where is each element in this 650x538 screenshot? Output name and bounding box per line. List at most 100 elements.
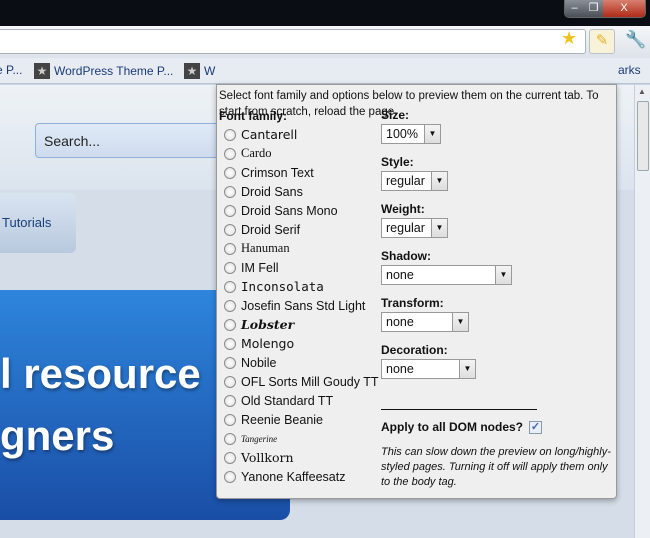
font-option-label: Molengo — [241, 336, 295, 351]
radio-button[interactable] — [224, 413, 236, 426]
title-bar: – ❐ X — [0, 0, 650, 26]
radio-button[interactable] — [224, 261, 236, 274]
font-option[interactable]: Hanuman — [219, 239, 379, 258]
radio-button[interactable] — [224, 204, 236, 217]
wrench-menu-icon[interactable]: 🔧 — [625, 30, 646, 50]
font-option[interactable]: Lobster — [219, 315, 379, 334]
font-option-label: Lobster — [241, 317, 295, 332]
apply-all-label: Apply to all DOM nodes? — [381, 420, 524, 434]
size-select[interactable]: 100% ▼ — [381, 124, 441, 144]
divider — [381, 409, 537, 410]
font-option[interactable]: Molengo — [219, 334, 379, 353]
radio-button[interactable] — [224, 394, 236, 407]
font-option[interactable]: Yanone Kaffeesatz — [219, 467, 379, 486]
font-option[interactable]: OFL Sorts Mill Goudy TT — [219, 372, 379, 391]
font-option[interactable]: Vollkorn — [219, 448, 379, 467]
font-option-label: Old Standard TT — [241, 393, 334, 408]
font-option[interactable]: Reenie Beanie — [219, 410, 379, 429]
font-option-label: Hanuman — [241, 241, 290, 255]
style-value: regular — [386, 174, 425, 188]
font-option[interactable]: Droid Sans — [219, 182, 379, 201]
radio-button[interactable] — [224, 299, 236, 312]
chevron-down-icon: ▼ — [424, 125, 440, 143]
maximize-button[interactable]: ❐ — [584, 0, 603, 17]
address-bar[interactable] — [0, 29, 586, 54]
weight-value: regular — [386, 221, 425, 235]
font-option-label: OFL Sorts Mill Goudy TT — [241, 374, 379, 389]
radio-button[interactable] — [224, 451, 236, 464]
radio-button[interactable] — [224, 147, 236, 160]
decoration-value: none — [386, 362, 414, 376]
font-option-label: Cardo — [241, 146, 272, 160]
font-option[interactable]: Josefin Sans Std Light — [219, 296, 379, 315]
bookmark-item[interactable]: ★ WordPress Theme P... — [34, 63, 173, 79]
chevron-down-icon: ▼ — [495, 266, 511, 284]
font-option[interactable]: Nobile — [219, 353, 379, 372]
radio-button[interactable] — [224, 375, 236, 388]
font-option-label: Reenie Beanie — [241, 412, 324, 427]
radio-button[interactable] — [224, 432, 236, 445]
weight-label: Weight: — [381, 202, 425, 216]
close-button[interactable]: X — [603, 0, 645, 17]
bookmark-item[interactable]: e P... — [0, 63, 22, 77]
nav-tab-tutorials[interactable]: Tutorials — [0, 193, 76, 253]
bookmark-item[interactable]: ★ W — [184, 63, 215, 79]
search-input[interactable]: Search... — [35, 123, 235, 158]
bookmark-label: W — [204, 64, 216, 78]
radio-button[interactable] — [224, 185, 236, 198]
font-extension-icon: ✎ — [595, 32, 609, 49]
transform-label: Transform: — [381, 296, 444, 310]
font-option-label: Yanone Kaffeesatz — [241, 469, 346, 484]
font-option-label: Inconsolata — [241, 279, 324, 294]
font-option-label: Tangerine — [241, 433, 278, 444]
apply-all-checkbox[interactable]: ✓ — [529, 420, 543, 434]
font-option[interactable]: Cantarell — [219, 125, 379, 144]
bookmarks-bar: e P... ★WordPress Theme P... ★W arks — [0, 58, 650, 84]
chevron-down-icon: ▼ — [452, 313, 468, 331]
weight-select[interactable]: regular ▼ — [381, 218, 448, 238]
radio-button[interactable] — [224, 470, 236, 483]
radio-button[interactable] — [224, 242, 236, 255]
apply-all-row: Apply to all DOM nodes? ✓ — [381, 420, 543, 434]
font-option-label: Droid Serif — [241, 222, 301, 237]
font-option-label: IM Fell — [241, 260, 279, 275]
apply-note: This can slow down the preview on long/h… — [381, 446, 611, 488]
browser-toolbar: ★ ✎ 🔧 — [0, 26, 650, 58]
radio-button[interactable] — [224, 223, 236, 236]
vertical-scrollbar[interactable]: ▲ — [634, 85, 650, 538]
font-option-label: Droid Sans Mono — [241, 203, 338, 218]
font-option[interactable]: Droid Serif — [219, 220, 379, 239]
hero-heading: l resource — [0, 350, 201, 397]
font-option[interactable]: Inconsolata — [219, 277, 379, 296]
size-value: 100% — [386, 127, 418, 141]
radio-button[interactable] — [224, 280, 236, 293]
shadow-value: none — [386, 268, 414, 282]
font-option[interactable]: Crimson Text — [219, 163, 379, 182]
star-icon: ★ — [34, 63, 50, 79]
font-option[interactable]: Cardo — [219, 144, 379, 163]
shadow-label: Shadow: — [381, 249, 431, 263]
font-option[interactable]: Droid Sans Mono — [219, 201, 379, 220]
radio-button[interactable] — [224, 318, 236, 331]
transform-select[interactable]: none ▼ — [381, 312, 469, 332]
font-extension-button[interactable]: ✎ — [589, 29, 615, 54]
style-label: Style: — [381, 155, 414, 169]
shadow-select[interactable]: none ▼ — [381, 265, 512, 285]
radio-button[interactable] — [224, 337, 236, 350]
radio-button[interactable] — [224, 128, 236, 141]
style-select[interactable]: regular ▼ — [381, 171, 448, 191]
chevron-down-icon: ▼ — [431, 172, 447, 190]
scrollbar-thumb[interactable] — [637, 101, 649, 171]
other-bookmarks[interactable]: arks — [618, 63, 641, 77]
radio-button[interactable] — [224, 166, 236, 179]
scroll-up-icon[interactable]: ▲ — [638, 87, 646, 96]
radio-button[interactable] — [224, 356, 236, 369]
font-option-label: Crimson Text — [241, 165, 314, 180]
font-option[interactable]: Tangerine — [219, 429, 379, 448]
font-option[interactable]: Old Standard TT — [219, 391, 379, 410]
decoration-select[interactable]: none ▼ — [381, 359, 476, 379]
font-option[interactable]: IM Fell — [219, 258, 379, 277]
bookmark-star-icon[interactable]: ★ — [561, 28, 577, 49]
bookmark-label: arks — [618, 63, 641, 77]
minimize-button[interactable]: – — [565, 0, 584, 17]
